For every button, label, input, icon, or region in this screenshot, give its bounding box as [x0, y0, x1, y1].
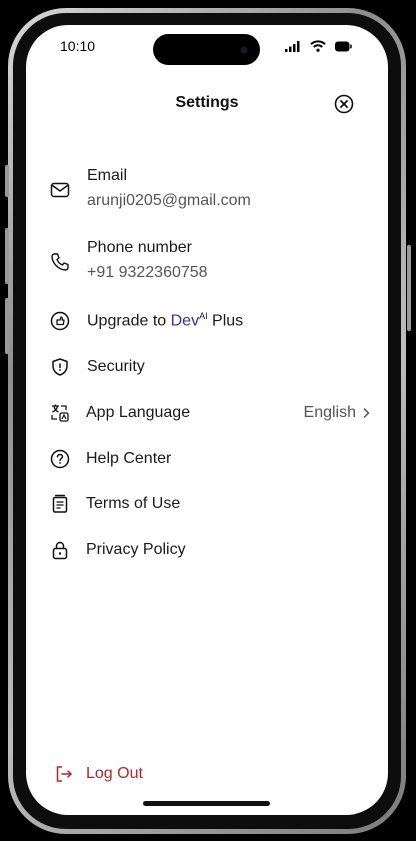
email-label: Email: [87, 167, 128, 184]
logout-button[interactable]: Log Out: [54, 763, 370, 785]
terms-label: Terms of Use: [86, 495, 181, 512]
phone-row[interactable]: Phone number +91 9322360758: [50, 237, 370, 287]
volume-up-button: [5, 228, 9, 284]
terms-row[interactable]: Terms of Use: [50, 493, 370, 515]
privacy-row[interactable]: Privacy Policy: [50, 539, 370, 561]
status-time: 10:10: [60, 38, 96, 54]
brand-sup: AI: [199, 311, 208, 322]
logout-label: Log Out: [86, 765, 143, 782]
app-language-value-group: English: [304, 404, 370, 422]
upgrade-icon: [50, 311, 70, 331]
lock-icon: [52, 541, 68, 560]
shield-icon: [52, 358, 68, 376]
power-button: [407, 245, 411, 331]
battery-icon: [335, 41, 352, 51]
status-icons: [285, 40, 352, 52]
phone-value: +91 9322360758: [87, 264, 208, 281]
app-language-value: English: [303, 404, 356, 421]
email-row[interactable]: Email arunji0205@gmail.com: [50, 165, 370, 215]
help-icon: [50, 449, 70, 469]
chevron-right-icon: [363, 407, 370, 419]
camera-icon: [240, 46, 248, 54]
help-center-label: Help Center: [86, 450, 172, 467]
upgrade-row[interactable]: Upgrade to DevAI Plus: [50, 310, 370, 332]
mail-icon: [50, 182, 70, 198]
wifi-icon: [310, 40, 326, 52]
translate-icon: [51, 404, 69, 422]
help-center-row[interactable]: Help Center: [50, 448, 370, 470]
home-indicator: [143, 801, 270, 806]
screen: 10:10 Settings Email arunji0205@gmail.co…: [26, 25, 388, 815]
document-icon: [52, 494, 68, 513]
upgrade-label: Upgrade to DevAI Plus: [87, 311, 243, 330]
upgrade-prefix: Upgrade to: [87, 312, 171, 330]
privacy-label: Privacy Policy: [86, 541, 186, 558]
action-button: [5, 165, 9, 197]
close-icon[interactable]: [334, 94, 354, 114]
brand-name: Dev: [170, 312, 200, 330]
phone-label: Phone number: [87, 239, 192, 256]
email-value: arunji0205@gmail.com: [87, 192, 251, 209]
app-language-row[interactable]: App Language English: [50, 402, 370, 424]
volume-down-button: [5, 298, 9, 354]
dynamic-island: [153, 34, 260, 65]
upgrade-suffix: Plus: [207, 312, 244, 330]
security-row[interactable]: Security: [50, 356, 370, 378]
logout-icon: [56, 766, 73, 782]
phone-icon: [51, 253, 69, 271]
security-label: Security: [87, 358, 145, 375]
app-language-label: App Language: [86, 404, 191, 421]
signal-icon: [285, 41, 300, 52]
